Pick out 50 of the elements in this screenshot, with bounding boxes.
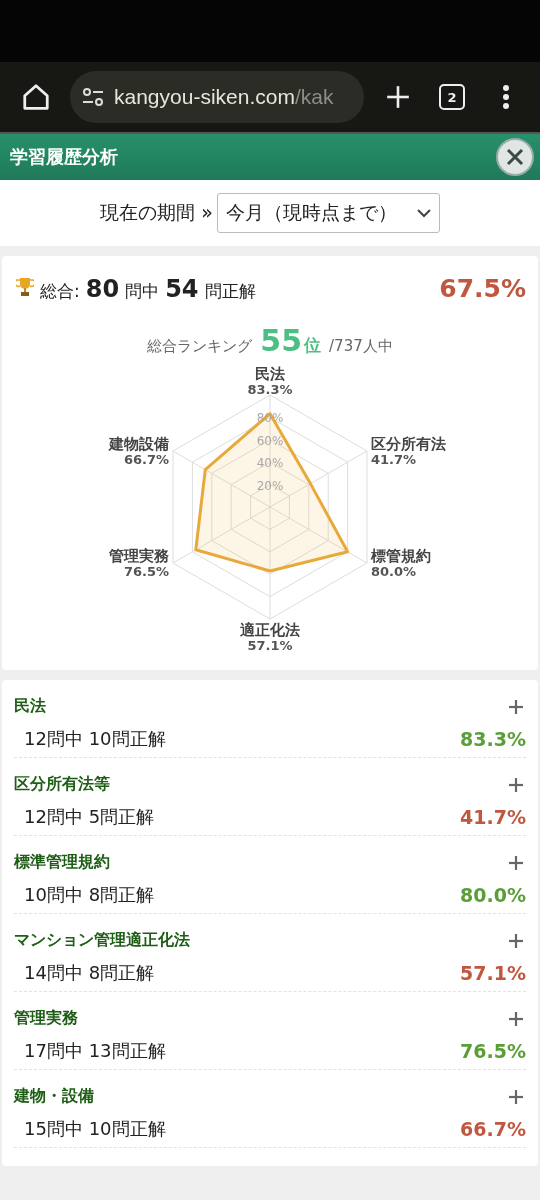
- category-percent: 80.0%: [460, 884, 526, 906]
- value-label: 57.1%: [247, 638, 293, 653]
- axis-label: 民法: [255, 365, 285, 383]
- category-result: 12問中 10問正解: [24, 727, 166, 751]
- category-percent: 41.7%: [460, 806, 526, 828]
- axis-label: 標管規約: [371, 547, 431, 565]
- address-bar[interactable]: kangyou-siken.com/kak: [70, 71, 364, 123]
- category-title: 標準管理規約: [14, 852, 110, 873]
- value-label: 80.0%: [371, 564, 417, 579]
- header-title: 学習履歴分析: [10, 145, 118, 169]
- category-result: 17問中 13問正解: [24, 1039, 166, 1063]
- url-text: kangyou-siken.com/kak: [114, 85, 334, 109]
- close-icon: [505, 147, 525, 167]
- trophy-icon: [16, 276, 34, 297]
- axis-label: 管理実務: [109, 547, 169, 565]
- rank-total: /737人中: [329, 337, 393, 356]
- tick-label: 20%: [256, 478, 284, 493]
- category-title: 民法: [14, 696, 46, 717]
- category-result: 10問中 8問正解: [24, 883, 155, 907]
- category-title: マンション管理適正化法: [14, 930, 190, 951]
- category-title: 建物・設備: [14, 1086, 94, 1107]
- close-button[interactable]: [496, 138, 534, 176]
- axis-label: 適正化法: [240, 621, 300, 639]
- category-title: 管理実務: [14, 1008, 78, 1029]
- tick-label: 40%: [256, 456, 284, 471]
- category-percent: 66.7%: [460, 1118, 526, 1140]
- axis-label: 区分所有法: [371, 435, 446, 453]
- category-result: 14問中 8問正解: [24, 961, 155, 985]
- rank-unit: 位: [304, 334, 322, 357]
- category-result: 15問中 10問正解: [24, 1117, 166, 1141]
- total-summary: 総合: 80 問中 54 問正解: [16, 274, 256, 303]
- value-label: 76.5%: [123, 564, 169, 579]
- tick-label: 60%: [256, 433, 284, 448]
- category-result: 12問中 5問正解: [24, 805, 155, 829]
- value-label: 83.3%: [247, 382, 293, 397]
- rank-number: 55: [260, 323, 303, 358]
- tab-switcher[interactable]: 2: [432, 77, 472, 117]
- category-percent: 57.1%: [460, 962, 526, 984]
- chevron-down-icon: [416, 208, 431, 218]
- category-title: 区分所有法等: [14, 774, 110, 795]
- value-label: 41.7%: [371, 452, 417, 467]
- ranking-label: 総合ランキング: [147, 337, 253, 356]
- site-settings-icon[interactable]: [82, 87, 104, 107]
- period-select[interactable]: 今月（現時点まで）: [216, 193, 440, 233]
- axis-label: 建物設備: [109, 435, 169, 453]
- category-percent: 76.5%: [460, 1040, 526, 1062]
- total-percent: 67.5%: [439, 274, 526, 303]
- category-percent: 83.3%: [460, 728, 526, 750]
- value-label: 66.7%: [123, 452, 169, 467]
- period-label: 現在の期間 »: [100, 200, 213, 225]
